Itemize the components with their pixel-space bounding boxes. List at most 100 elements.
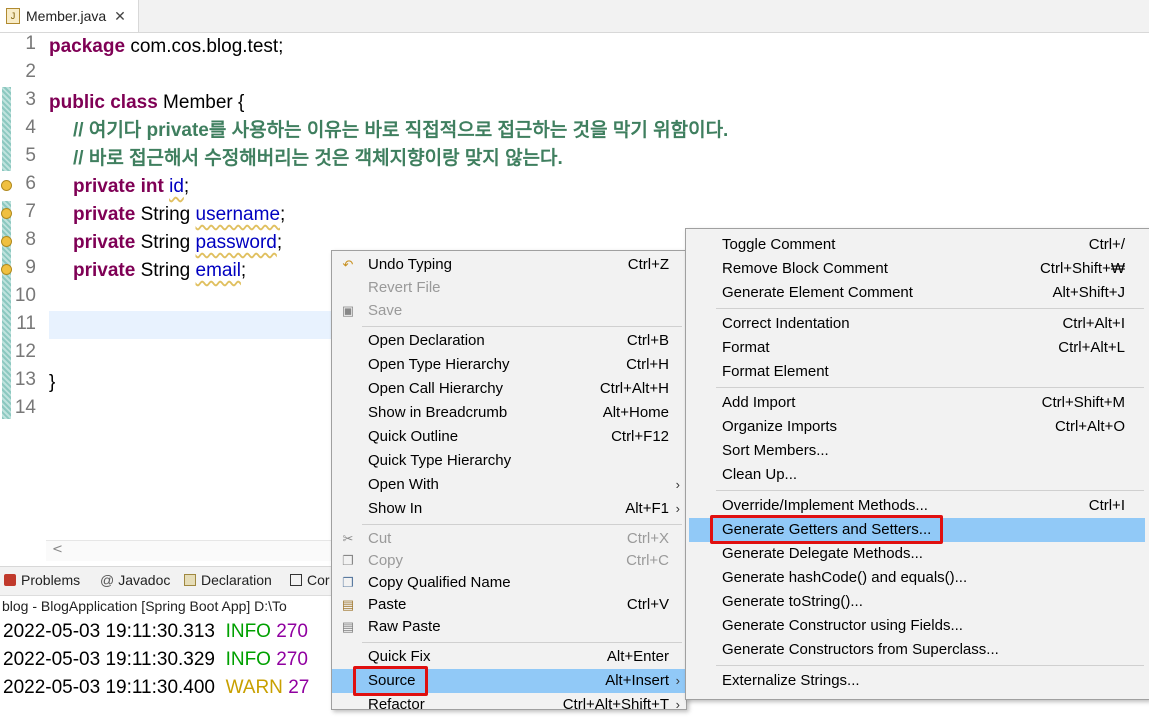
menu-item-generate-tostring[interactable]: Generate toString()... xyxy=(686,590,1149,614)
code-line-8: private String password; xyxy=(73,229,282,257)
editor-tab-bar: J Member.java ✕ xyxy=(0,0,1149,33)
line-number: 12 xyxy=(14,341,36,362)
menu-item-save[interactable]: ▣ Save xyxy=(332,299,686,323)
menu-item-raw-paste[interactable]: ▤ Raw Paste xyxy=(332,615,686,639)
menu-separator xyxy=(362,524,682,525)
menu-item-paste[interactable]: ▤ Paste Ctrl+V xyxy=(332,593,686,617)
line-number: 5 xyxy=(25,145,36,166)
menu-item-add-import[interactable]: Add Import Ctrl+Shift+M xyxy=(686,391,1149,415)
tab-label: Javadoc xyxy=(118,572,171,588)
menu-item-copy[interactable]: ❐ Copy Ctrl+C xyxy=(332,549,686,573)
console-icon xyxy=(290,574,302,586)
code-line-5: // 바로 접근해서 수정해버리는 것은 객체지향이랑 맞지 않는다. xyxy=(73,148,563,169)
code-text: com.cos.blog.test; xyxy=(125,36,284,57)
context-menu: ↶ Undo Typing Ctrl+Z Revert File ▣ Save Ope… xyxy=(331,250,687,713)
menu-item-generate-element-comment[interactable]: Generate Element Comment Alt+Shift+J xyxy=(686,281,1149,305)
log-line: 2022-05-03 19:11:30.400 WARN 27 xyxy=(3,677,310,698)
keyword: private xyxy=(73,204,136,225)
menu-item-format-element[interactable]: Format Element xyxy=(686,360,1149,384)
at-icon: @ xyxy=(100,572,115,588)
field-name: email xyxy=(195,260,241,281)
menu-item-organize-imports[interactable]: Organize Imports Ctrl+Alt+O xyxy=(686,415,1149,439)
menu-item-sort-members[interactable]: Sort Members... xyxy=(686,439,1149,463)
tab-console[interactable]: Cor xyxy=(290,572,330,588)
menu-item-revert-file[interactable]: Revert File xyxy=(332,276,686,300)
tab-problems[interactable]: Problems xyxy=(4,572,80,588)
chevron-right-icon: › xyxy=(675,673,680,688)
menu-item-open-declaration[interactable]: Open Declaration Ctrl+B xyxy=(332,329,686,353)
menu-item-clean-up[interactable]: Clean Up... xyxy=(686,463,1149,487)
menu-item-quick-outline[interactable]: Quick Outline Ctrl+F12 xyxy=(332,425,686,449)
menu-item-generate-hashcode-equals[interactable]: Generate hashCode() and equals()... xyxy=(686,566,1149,590)
menu-item-quick-type-hierarchy[interactable]: Quick Type Hierarchy xyxy=(332,449,686,473)
clipboard-icon: ▤ xyxy=(341,619,355,634)
warning-icon[interactable] xyxy=(1,236,12,247)
tab-member-java[interactable]: J Member.java ✕ xyxy=(0,0,139,32)
menu-separator xyxy=(716,308,1144,309)
menu-item-undo-typing[interactable]: ↶ Undo Typing Ctrl+Z xyxy=(332,253,686,277)
code-text: ; xyxy=(280,204,286,225)
menu-separator xyxy=(716,490,1144,491)
code-text: Member { xyxy=(157,92,245,113)
line-number: 4 xyxy=(25,117,36,138)
line-number: 14 xyxy=(14,397,36,418)
menu-separator xyxy=(362,642,682,643)
code-text: ; xyxy=(240,260,247,281)
copy-icon: ❐ xyxy=(342,553,354,568)
log-line: 2022-05-03 19:11:30.329 INFO 270 xyxy=(3,649,308,670)
code-text: ; xyxy=(276,232,283,253)
menu-item-toggle-comment[interactable]: Toggle Comment Ctrl+/ xyxy=(686,233,1149,257)
close-icon[interactable]: ✕ xyxy=(114,8,126,25)
clipboard-icon: ▤ xyxy=(341,597,355,612)
tab-declaration[interactable]: Declaration xyxy=(184,572,272,588)
horizontal-scrollbar[interactable]: < xyxy=(46,540,336,561)
field-name: id xyxy=(169,176,184,197)
overview-ruler xyxy=(0,33,13,563)
menu-item-cut[interactable]: ✂ Cut Ctrl+X xyxy=(332,527,686,551)
scissors-icon: ✂ xyxy=(342,531,354,546)
chevron-right-icon: › xyxy=(675,477,680,492)
tab-javadoc[interactable]: @ Javadoc xyxy=(100,572,170,588)
problems-icon xyxy=(4,574,16,586)
scroll-left-icon[interactable]: < xyxy=(52,542,63,557)
menu-separator xyxy=(716,665,1144,666)
line-number: 1 xyxy=(25,33,36,54)
menu-separator xyxy=(362,326,682,327)
menu-item-format[interactable]: Format Ctrl+Alt+L xyxy=(686,336,1149,360)
tab-label: Declaration xyxy=(201,572,272,588)
line-number: 3 xyxy=(25,89,36,110)
menu-item-show-in[interactable]: Show In Alt+F1 › xyxy=(332,497,686,521)
warning-icon[interactable] xyxy=(1,180,12,191)
menu-item-refactor[interactable]: Refactor Ctrl+Alt+Shift+T › xyxy=(332,693,686,717)
code-line-1: package com.cos.blog.test; xyxy=(49,33,283,61)
menu-item-open-with[interactable]: Open With › xyxy=(332,473,686,497)
code-line-9: private String email; xyxy=(73,257,246,285)
code-text: ; xyxy=(183,176,190,197)
warning-icon[interactable] xyxy=(1,264,12,275)
menu-item-externalize-strings[interactable]: Externalize Strings... xyxy=(686,669,1149,693)
menu-item-generate-delegate-methods[interactable]: Generate Delegate Methods... xyxy=(686,542,1149,566)
menu-item-open-type-hierarchy[interactable]: Open Type Hierarchy Ctrl+H xyxy=(332,353,686,377)
source-submenu: Toggle Comment Ctrl+/ Remove Block Commen… xyxy=(685,228,1149,700)
menu-item-open-call-hierarchy[interactable]: Open Call Hierarchy Ctrl+Alt+H xyxy=(332,377,686,401)
keyword: private int xyxy=(73,176,164,197)
change-marker xyxy=(2,87,11,171)
type-name: String xyxy=(135,260,196,281)
code-line-3: public class Member { xyxy=(49,89,244,117)
line-number-gutter: 1 2 3 4 5 6 7 8 9 10 11 12 13 14 xyxy=(13,33,46,533)
menu-item-correct-indentation[interactable]: Correct Indentation Ctrl+Alt+I xyxy=(686,312,1149,336)
current-line-highlight xyxy=(49,311,331,339)
menu-item-generate-constructor-fields[interactable]: Generate Constructor using Fields... xyxy=(686,614,1149,638)
line-number: 11 xyxy=(16,313,36,334)
menu-item-copy-qualified-name[interactable]: ❐ Copy Qualified Name xyxy=(332,571,686,595)
line-number: 6 xyxy=(25,173,36,194)
menu-item-remove-block-comment[interactable]: Remove Block Comment Ctrl+Shift+₩ xyxy=(686,257,1149,281)
keyword: public class xyxy=(49,92,158,113)
menu-item-show-in-breadcrumb[interactable]: Show in Breadcrumb Alt+Home xyxy=(332,401,686,425)
type-name: String xyxy=(135,204,196,225)
warning-icon[interactable] xyxy=(1,208,12,219)
code-line-13: } xyxy=(49,372,56,393)
menu-item-generate-constructors-superclass[interactable]: Generate Constructors from Superclass... xyxy=(686,638,1149,662)
save-icon: ▣ xyxy=(341,303,355,318)
highlight-box-source xyxy=(353,666,428,696)
